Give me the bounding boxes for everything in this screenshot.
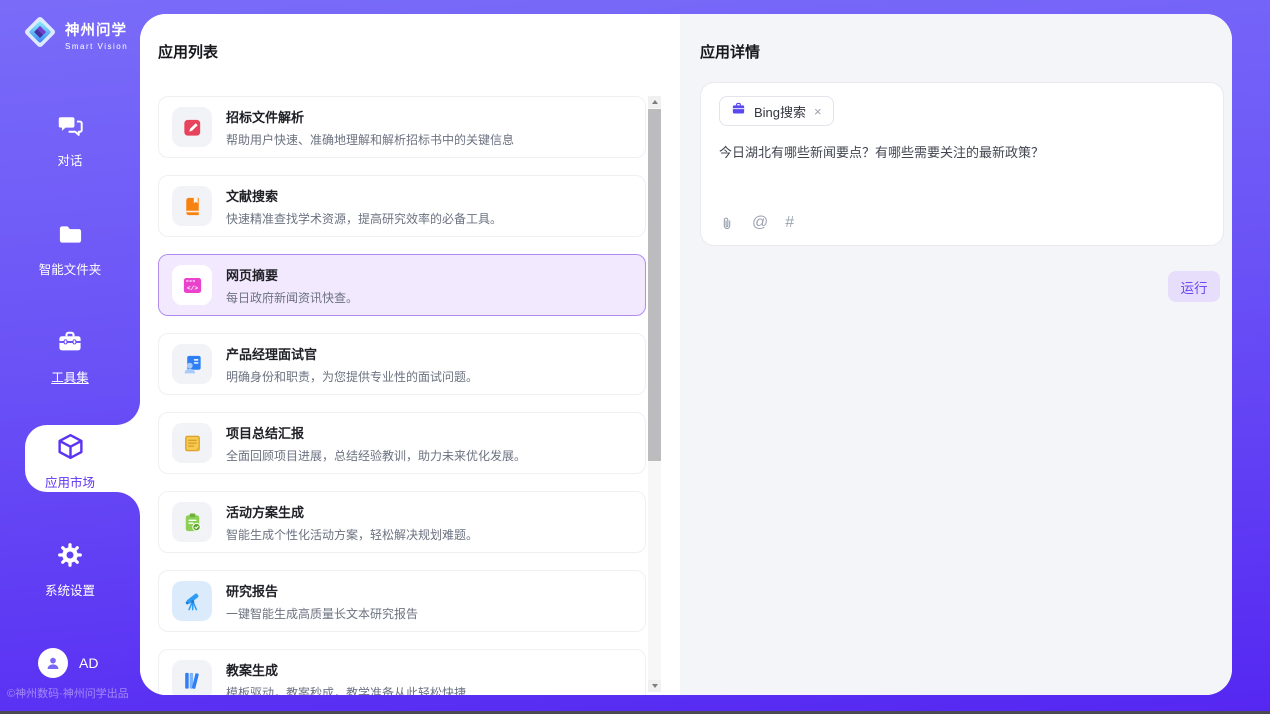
briefcase-icon bbox=[731, 101, 746, 121]
folder-icon bbox=[57, 221, 84, 253]
chat-icon bbox=[57, 112, 84, 144]
sidebar-item-label: 对话 bbox=[0, 150, 140, 169]
sidebar-item-label: 应用市场 bbox=[0, 472, 140, 491]
scrollbar-up-button[interactable] bbox=[648, 96, 661, 108]
notes-icon bbox=[172, 423, 212, 463]
app-card-activity-plan[interactable]: 活动方案生成 智能生成个性化活动方案，轻松解决规划难题。 bbox=[158, 491, 646, 553]
app-card-project-summary[interactable]: 项目总结汇报 全面回顾项目进展，总结经验教训，助力未来优化发展。 bbox=[158, 412, 646, 474]
clipboard-check-icon bbox=[172, 502, 212, 542]
app-name: 项目总结汇报 bbox=[226, 423, 526, 442]
app-desc: 全面回顾项目进展，总结经验教训，助力未来优化发展。 bbox=[226, 447, 526, 464]
app-list-title: 应用列表 bbox=[158, 41, 218, 62]
brand-logo: 神州问学 Smart Vision bbox=[22, 14, 128, 55]
app-detail-panel: 应用详情 Bing搜索 × 今日湖北有哪些新闻要点？有哪些需要关注的最新政策？ bbox=[680, 14, 1232, 695]
triangle-down-icon bbox=[652, 684, 658, 688]
sidebar-item-app-market[interactable]: 应用市场 bbox=[0, 432, 140, 491]
interviewer-icon bbox=[172, 344, 212, 384]
sidebar-item-settings[interactable]: 系统设置 bbox=[0, 541, 140, 599]
app-desc: 帮助用户快速、准确地理解和解析招标书中的关键信息 bbox=[226, 131, 514, 148]
avatar bbox=[38, 648, 68, 678]
book-icon bbox=[172, 186, 212, 226]
scrollbar-thumb[interactable] bbox=[648, 109, 661, 461]
sidebar-item-toolset[interactable]: 工具集 bbox=[0, 329, 140, 386]
sidebar-item-chat[interactable]: 对话 bbox=[0, 112, 140, 169]
gear-icon bbox=[56, 541, 84, 574]
sidebar-item-smart-folder[interactable]: 智能文件夹 bbox=[0, 221, 140, 278]
tool-tag-label: Bing搜索 bbox=[754, 102, 806, 121]
app-desc: 明确身份和职责，为您提供专业性的面试问题。 bbox=[226, 368, 478, 385]
query-input[interactable]: 今日湖北有哪些新闻要点？有哪些需要关注的最新政策？ bbox=[719, 142, 1205, 161]
run-button[interactable]: 运行 bbox=[1168, 271, 1220, 302]
toolbox-icon bbox=[56, 329, 84, 361]
web-code-icon: </> bbox=[172, 265, 212, 305]
app-desc: 每日政府新闻资讯快查。 bbox=[226, 289, 358, 306]
diamond-logo-icon bbox=[22, 14, 58, 55]
app-card-literature-search[interactable]: 文献搜索 快速精准查找学术资源，提高研究效率的必备工具。 bbox=[158, 175, 646, 237]
telescope-icon bbox=[172, 581, 212, 621]
app-name: 研究报告 bbox=[226, 581, 418, 600]
attachment-icon[interactable] bbox=[719, 215, 735, 232]
app-name: 教案生成 bbox=[226, 660, 466, 679]
app-card-web-summary[interactable]: </> 网页摘要 每日政府新闻资讯快查。 bbox=[158, 254, 646, 316]
app-desc: 快速精准查找学术资源，提高研究效率的必备工具。 bbox=[226, 210, 502, 227]
app-name: 文献搜索 bbox=[226, 186, 502, 205]
sidebar-item-label: 智能文件夹 bbox=[0, 259, 140, 278]
app-desc: 模板驱动，教案秒成，教学准备从此轻松快捷 bbox=[226, 684, 466, 696]
sidebar-item-label: 工具集 bbox=[0, 367, 140, 386]
mention-icon[interactable]: @ bbox=[752, 214, 768, 232]
app-list-panel: 应用列表 招标文件解析 帮助用户快速、准确地理解和解析招标书中的关键信息 bbox=[140, 14, 680, 695]
app-card-pm-interviewer[interactable]: 产品经理面试官 明确身份和职责，为您提供专业性的面试问题。 bbox=[158, 333, 646, 395]
brand-name: 神州问学 bbox=[65, 23, 127, 39]
svg-text:</>: </> bbox=[186, 284, 198, 291]
books-icon bbox=[172, 660, 212, 695]
triangle-up-icon bbox=[652, 100, 658, 104]
app-list: 招标文件解析 帮助用户快速、准确地理解和解析招标书中的关键信息 文献搜索 快速精… bbox=[158, 96, 646, 695]
app-name: 活动方案生成 bbox=[226, 502, 478, 521]
app-desc: 一键智能生成高质量长文本研究报告 bbox=[226, 605, 418, 622]
app-name: 招标文件解析 bbox=[226, 107, 514, 126]
user-name: AD bbox=[79, 655, 98, 671]
edit-doc-icon bbox=[172, 107, 212, 147]
app-detail-title: 应用详情 bbox=[700, 41, 760, 62]
app-name: 产品经理面试官 bbox=[226, 344, 478, 363]
hash-icon[interactable]: # bbox=[785, 214, 794, 232]
app-desc: 智能生成个性化活动方案，轻松解决规划难题。 bbox=[226, 526, 478, 543]
content-shell: 应用列表 招标文件解析 帮助用户快速、准确地理解和解析招标书中的关键信息 bbox=[140, 14, 1232, 695]
sidebar: 神州问学 Smart Vision 对话 智能文件夹 bbox=[0, 0, 140, 714]
close-icon[interactable]: × bbox=[814, 105, 822, 118]
scrollbar-down-button[interactable] bbox=[648, 680, 661, 692]
cube-icon bbox=[56, 432, 85, 466]
app-name: 网页摘要 bbox=[226, 265, 358, 284]
app-card-research-report[interactable]: 研究报告 一键智能生成高质量长文本研究报告 bbox=[158, 570, 646, 632]
app-card-lesson-plan[interactable]: 教案生成 模板驱动，教案秒成，教学准备从此轻松快捷 bbox=[158, 649, 646, 695]
composer-card: Bing搜索 × 今日湖北有哪些新闻要点？有哪些需要关注的最新政策？ @ # bbox=[700, 82, 1224, 246]
user-account[interactable]: AD bbox=[38, 648, 98, 678]
tool-tag-bing-search[interactable]: Bing搜索 × bbox=[719, 96, 834, 126]
list-scrollbar[interactable] bbox=[648, 96, 661, 692]
copyright-text: ©神州数码·神州问学出品 bbox=[7, 685, 129, 701]
app-card-bid-doc-analysis[interactable]: 招标文件解析 帮助用户快速、准确地理解和解析招标书中的关键信息 bbox=[158, 96, 646, 158]
brand-subtitle: Smart Vision bbox=[65, 42, 128, 51]
composer-toolbar: @ # bbox=[719, 214, 794, 232]
sidebar-item-label: 系统设置 bbox=[0, 580, 140, 599]
